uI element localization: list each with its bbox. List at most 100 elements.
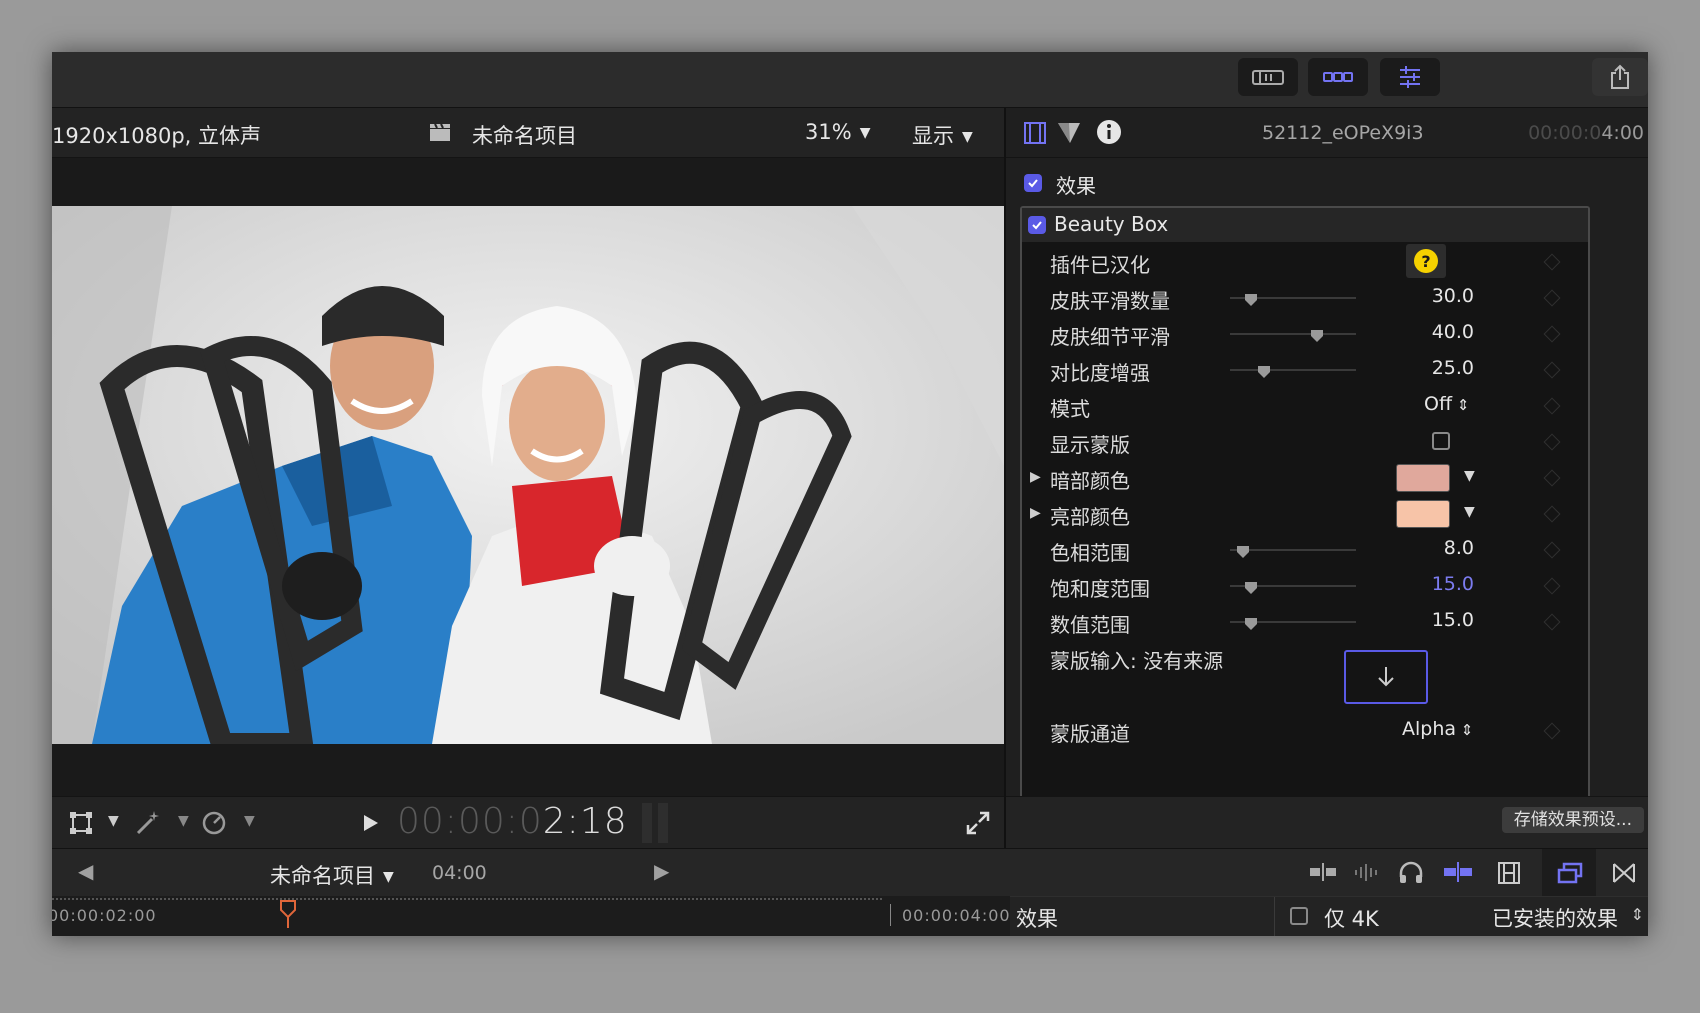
effects-section-row: 效果 [1006, 166, 1648, 200]
timeline-project-menu[interactable]: 未命名项目 ▼ [270, 860, 394, 890]
keyframe-icon[interactable] [1543, 289, 1561, 307]
keyframe-icon[interactable] [1543, 361, 1561, 379]
chevron-down-icon[interactable]: ▼ [108, 813, 119, 829]
chevron-down-icon[interactable]: ▼ [1464, 468, 1475, 484]
param-slider[interactable] [1230, 366, 1356, 378]
chevron-down-icon[interactable]: ▼ [1464, 504, 1475, 520]
param-row: 模式 Off ⇕ [1022, 388, 1588, 424]
film-strip-icon[interactable] [1496, 861, 1522, 889]
snapping-icon[interactable] [1442, 861, 1474, 887]
keyframe-icon[interactable] [1543, 397, 1561, 415]
inspector-panel: 52112_eOPeX9i3 00:00:04:00 效果 Beauty Box… [1004, 108, 1648, 848]
checkmark-icon [1032, 221, 1042, 230]
transitions-browser-button[interactable] [1542, 849, 1596, 897]
slider-knob[interactable] [1258, 363, 1271, 378]
chevron-down-icon[interactable]: ▼ [244, 813, 255, 829]
param-name: 显示蒙版 [1050, 433, 1130, 457]
audio-waveform-icon[interactable] [1352, 861, 1382, 887]
show-mask-checkbox[interactable] [1432, 432, 1450, 450]
inspector-toggle-button[interactable] [1380, 58, 1440, 96]
duration-dim: 00:00:0 [1528, 122, 1602, 144]
filter-icon[interactable] [1056, 120, 1082, 150]
question-icon: ? [1414, 249, 1438, 273]
save-effects-preset-button[interactable]: 存储效果预设... [1501, 807, 1644, 833]
beauty-box-effect: Beauty Box 插件已汉化? 皮肤平滑数量 30.0 皮肤细节平滑 40.0 对比度… [1020, 206, 1590, 848]
slider-knob[interactable] [1236, 543, 1249, 558]
keyframe-icon[interactable] [1543, 253, 1561, 271]
effects-checkbox[interactable] [1024, 174, 1042, 192]
share-icon [1611, 64, 1629, 89]
overlap-icon [1557, 862, 1583, 884]
keyframe-icon[interactable] [1543, 469, 1561, 487]
param-value[interactable]: 40.0 [1432, 321, 1474, 343]
only-4k-checkbox[interactable] [1290, 907, 1308, 925]
forward-arrow-icon[interactable]: ▶ [654, 859, 669, 883]
param-value[interactable]: 30.0 [1432, 285, 1474, 307]
transform-icon[interactable] [68, 810, 94, 840]
param-slider[interactable] [1230, 582, 1356, 594]
param-row: 色相范围 8.0 [1022, 532, 1588, 568]
param-slider[interactable] [1230, 546, 1356, 558]
ruler-start-time: 00:00:02:00 [52, 906, 157, 925]
param-value[interactable]: 25.0 [1432, 357, 1474, 379]
slider-knob[interactable] [1310, 327, 1323, 342]
param-value[interactable]: 15.0 [1432, 609, 1474, 631]
keyframe-icon[interactable] [1543, 577, 1561, 595]
fullscreen-icon[interactable] [966, 811, 990, 839]
param-row: 蒙版输入: 没有来源 [1022, 640, 1588, 676]
show-menu[interactable]: 显示 ▼ [912, 120, 973, 150]
param-popup[interactable]: Alpha ⇕ [1402, 718, 1473, 740]
clip-name: 52112_eOPeX9i3 [1262, 122, 1424, 144]
param-name: 模式 [1050, 397, 1090, 421]
param-value[interactable]: 8.0 [1444, 537, 1474, 559]
show-label: 显示 [912, 124, 954, 148]
playhead-marker[interactable] [280, 900, 296, 932]
disclosure-triangle-icon[interactable]: ▶ [1030, 469, 1041, 485]
ruler-dotted-line [52, 898, 882, 900]
keyframe-icon[interactable] [1543, 325, 1561, 343]
play-icon[interactable] [362, 813, 380, 837]
param-popup[interactable]: Off ⇕ [1424, 393, 1469, 415]
chevron-down-icon: ▼ [859, 125, 871, 141]
back-arrow-icon[interactable]: ◀ [78, 859, 93, 883]
param-slider[interactable] [1230, 618, 1356, 630]
slider-knob[interactable] [1245, 615, 1258, 630]
slider-knob[interactable] [1245, 579, 1258, 594]
only-4k-label: 仅 4K [1324, 907, 1379, 931]
headphones-icon[interactable] [1398, 861, 1424, 889]
installed-effects-popup[interactable]: 已安装的效果 [1492, 903, 1618, 933]
keyframe-icon[interactable] [1543, 541, 1561, 559]
keyframe-icon[interactable] [1543, 433, 1561, 451]
timecode-display[interactable]: 00:00:02:18 [397, 801, 628, 842]
magic-wand-icon[interactable] [134, 809, 162, 841]
mask-source-button[interactable] [1344, 650, 1428, 704]
disclosure-triangle-icon[interactable]: ▶ [1030, 505, 1041, 521]
help-button[interactable]: ? [1406, 244, 1446, 278]
param-slider[interactable] [1230, 330, 1356, 342]
keyframe-icon[interactable] [1543, 613, 1561, 631]
video-inspector-icon[interactable] [1022, 120, 1048, 150]
effect-title-row[interactable]: Beauty Box [1022, 208, 1588, 242]
library-toggle-button[interactable] [1238, 58, 1298, 96]
zoom-menu[interactable]: 31% ▼ [805, 120, 870, 144]
beauty-box-checkbox[interactable] [1028, 216, 1046, 234]
speed-gauge-icon[interactable] [200, 809, 228, 841]
main-toolbar [52, 52, 1648, 108]
timeline-ruler[interactable]: 00:00:02:00 00:00:04:00 [52, 896, 1010, 936]
viewer-header: 1920x1080p, 立体声 未命名项目 31% ▼ 显示 ▼ [52, 108, 1004, 158]
keyframe-icon[interactable] [1543, 505, 1561, 523]
timeline-toggle-button[interactable] [1308, 58, 1368, 96]
chevron-down-icon[interactable]: ▼ [178, 813, 189, 829]
slider-knob[interactable] [1245, 291, 1258, 306]
info-icon[interactable] [1096, 119, 1122, 149]
color-swatch[interactable] [1396, 500, 1450, 528]
clip-appearance-icon[interactable] [1308, 861, 1338, 887]
share-button[interactable] [1592, 58, 1648, 96]
viewer-canvas[interactable] [52, 158, 1004, 796]
param-slider[interactable] [1230, 294, 1356, 306]
param-value[interactable]: 15.0 [1432, 573, 1474, 595]
fcp-window: 1920x1080p, 立体声 未命名项目 31% ▼ 显示 ▼ ▼ ▼ ▼ 0… [52, 52, 1648, 936]
color-swatch[interactable] [1396, 464, 1450, 492]
transitions-icon[interactable] [1612, 861, 1636, 889]
keyframe-icon[interactable] [1543, 722, 1561, 740]
